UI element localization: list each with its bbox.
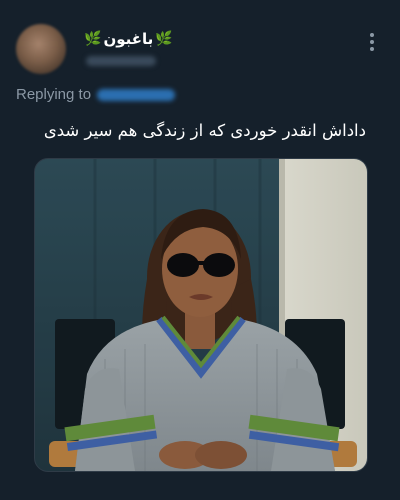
reply-handle-blurred[interactable] <box>97 88 176 101</box>
author-display-name: باغبون <box>103 30 154 48</box>
more-vertical-icon <box>370 33 374 37</box>
author-name[interactable]: 🌿 باغبون 🌿 <box>84 28 173 50</box>
leaf-icon: 🌿 <box>84 31 102 47</box>
more-vertical-icon <box>370 40 374 44</box>
leaf-icon: 🌿 <box>155 31 173 47</box>
tweet-post: 🌿 باغبون 🌿 Replying to داداش انقدر خوردی… <box>0 0 400 500</box>
avatar[interactable] <box>16 24 66 74</box>
more-options-button[interactable] <box>362 30 382 54</box>
replying-to-label: Replying to <box>16 86 92 103</box>
author-handle-blurred <box>86 56 156 66</box>
more-vertical-icon <box>370 47 374 51</box>
replying-to: Replying to <box>16 86 176 103</box>
tweet-text: داداش انقدر خوردی که از زندگی هم سیر شدی <box>43 121 366 140</box>
media-illustration <box>35 159 367 471</box>
tweet-media-image[interactable] <box>34 158 368 472</box>
